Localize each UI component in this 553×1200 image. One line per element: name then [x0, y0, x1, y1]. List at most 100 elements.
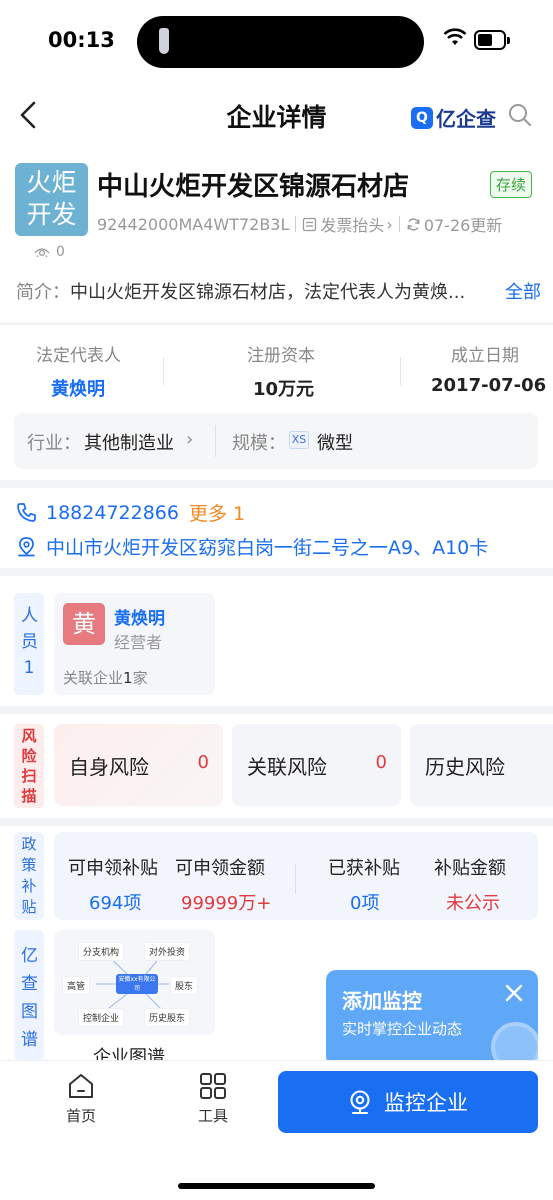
related-risk-card[interactable]: 关联风险 0 [232, 724, 401, 806]
credit-code: 92442000MA4WT72B3L [97, 214, 290, 234]
chevron-right-icon: › [386, 214, 393, 234]
graph-node-history-shareholder: 历史股东 [144, 1008, 191, 1027]
subsidy-tab-label: 政策补贴 [21, 835, 37, 916]
monitor-button-label: 监控企业 [384, 1091, 468, 1115]
status-badge: 存续 [490, 171, 533, 198]
related-suffix: 家 [132, 669, 148, 687]
graph-node-branch: 分支机构 [78, 942, 125, 961]
obtained-subsidy-label: 已获补贴 [328, 858, 400, 879]
battery-icon [474, 30, 510, 50]
graph-node-executive: 高管 [62, 976, 91, 995]
applicable-subsidy-value: 694项 [89, 893, 142, 914]
status-time: 00:13 [48, 28, 115, 52]
graph-tab-label: 亿查图谱 [21, 946, 38, 1050]
tab-tools[interactable]: 工具 [183, 1071, 243, 1126]
capital-label: 注册资本 [247, 346, 315, 366]
related-companies[interactable]: 关联企业1家 [63, 667, 148, 688]
legal-rep-label: 法定代表人 [36, 346, 121, 366]
invoice-link[interactable]: 发票抬头 [320, 212, 384, 236]
phone-more-link[interactable]: 更多 1 [189, 499, 245, 526]
monitor-popup[interactable]: 添加监控 实时掌控企业动态 [326, 970, 538, 1066]
obtained-amount-label: 补贴金额 [434, 858, 506, 879]
refresh-icon[interactable] [406, 217, 421, 232]
risk-section: 风险扫描 自身风险 0 关联风险 0 历史风险 [0, 714, 553, 818]
people-tab[interactable]: 人员 1 [14, 593, 44, 695]
tab-home[interactable]: 首页 [51, 1071, 111, 1126]
update-time: 07-26更新 [423, 216, 503, 235]
graph-node-shareholder: 股东 [170, 976, 199, 995]
people-tab-label: 人员 [21, 606, 38, 652]
intro-label: 简介： [16, 282, 70, 303]
company-card: 火炬 开发 中山火炬开发区锦源石材店 存续 92442000MA4WT72B3L… [0, 148, 553, 322]
avatar: 黄 [63, 603, 105, 645]
person-name[interactable]: 黄焕明 [114, 604, 165, 629]
obtained-subsidy-value: 0项 [350, 893, 380, 914]
applicable-subsidy-label: 可申领补贴 [68, 858, 158, 879]
person-card[interactable]: 黄 黄焕明 经营者 关联企业1家 [54, 593, 215, 695]
view-count: 0 [34, 244, 65, 260]
founded-label: 成立日期 [451, 346, 519, 366]
popup-subtitle: 实时掌控企业动态 [342, 1020, 463, 1038]
brand-mark-icon: Q [411, 106, 433, 129]
subsidy-section: 政策补贴 可申领补贴 694项 可申领金额 99999万+ 已获补贴 0项 补贴… [0, 826, 553, 930]
logo-line-1: 火炬 [26, 168, 77, 197]
related-risk-label: 关联风险 [247, 755, 327, 779]
bottom-bar: 首页 工具 监控企业 [0, 1060, 553, 1200]
dynamic-island [137, 16, 424, 68]
industry-value[interactable]: 其他制造业 [84, 429, 174, 455]
phone-number[interactable]: 18824722866 [46, 502, 179, 524]
invoice-icon [303, 217, 317, 231]
legal-rep-value[interactable]: 黄焕明 [51, 375, 105, 401]
people-section: 人员 1 黄 黄焕明 经营者 关联企业1家 [0, 576, 553, 706]
close-icon[interactable] [504, 983, 524, 1003]
logo-line-2: 开发 [26, 200, 77, 229]
tab-tools-label: 工具 [197, 1107, 228, 1125]
graph-node-controlled: 控制企业 [78, 1008, 125, 1027]
company-name: 中山火炬开发区锦源石材店 [97, 172, 410, 202]
eye-icon [34, 248, 50, 258]
phone-icon [17, 503, 36, 522]
location-icon [18, 536, 35, 556]
scale-value: 微型 [317, 433, 353, 454]
person-role: 经营者 [114, 633, 163, 652]
contact-section: 18824722866 更多 1 中山市火炬开发区窈窕白岗一街二号之一A9、A1… [0, 488, 553, 568]
basic-info-section: 法定代表人 黄焕明 注册资本 10万元 成立日期 2017-07-06 行业： … [0, 324, 553, 480]
capital-value: 10万元 [253, 379, 315, 400]
graph-node-investment: 对外投资 [144, 942, 191, 961]
company-logo: 火炬 开发 [15, 163, 88, 236]
related-risk-count: 0 [375, 752, 387, 773]
founded-value: 2017-07-06 [431, 375, 547, 396]
risk-tab-label: 风险扫描 [21, 727, 37, 805]
graph-thumbnail[interactable]: 分支机构 对外投资 高管 安徽xx有限公司 股东 控制企业 历史股东 [54, 930, 215, 1035]
self-risk-card[interactable]: 自身风险 0 [54, 724, 223, 806]
nav-bar: 企业详情 Q 亿企查 [0, 82, 553, 148]
home-icon [69, 1074, 93, 1098]
address-text[interactable]: 中山市火炬开发区窈窕白岗一街二号之一A9、A10卡 [46, 533, 488, 560]
subsidy-card[interactable]: 可申领补贴 694项 可申领金额 99999万+ 已获补贴 0项 补贴金额 未公… [54, 832, 538, 920]
industry-label: 行业： [27, 433, 81, 454]
subsidy-tab[interactable]: 政策补贴 [14, 832, 44, 920]
popup-title: 添加监控 [342, 989, 422, 1013]
intro-more-link[interactable]: 全部 [505, 278, 541, 304]
view-count-value: 0 [56, 244, 65, 260]
risk-tab[interactable]: 风险扫描 [14, 724, 44, 808]
search-icon[interactable] [508, 103, 532, 127]
address-row[interactable]: 中山市火炬开发区窈窕白岗一街二号之一A9、A10卡 [16, 533, 488, 560]
obtained-amount-value: 未公示 [446, 893, 500, 914]
history-risk-card[interactable]: 历史风险 [410, 724, 553, 806]
scale-label: 规模： [232, 433, 286, 454]
monitor-button[interactable]: 监控企业 [278, 1071, 538, 1133]
monitor-camera-icon [350, 1090, 370, 1114]
intro-text: 中山火炬开发区锦源石材店，法定代表人为黄焕... [70, 282, 466, 303]
related-prefix: 关联企业 [63, 669, 124, 687]
grid-icon [200, 1073, 226, 1099]
flashlight-icon [159, 28, 169, 54]
graph-tab[interactable]: 亿查图谱 [14, 930, 44, 1060]
status-bar: 00:13 [0, 0, 553, 82]
brand-logo: Q 亿企查 [411, 103, 496, 132]
company-meta: 92442000MA4WT72B3L 发票抬头 › 07-26更新 [97, 212, 502, 236]
chevron-right-icon: › [186, 429, 194, 450]
people-tab-count: 1 [23, 658, 35, 678]
phone-row[interactable]: 18824722866 更多 1 [16, 499, 245, 526]
scale-badge: XS [289, 431, 309, 449]
